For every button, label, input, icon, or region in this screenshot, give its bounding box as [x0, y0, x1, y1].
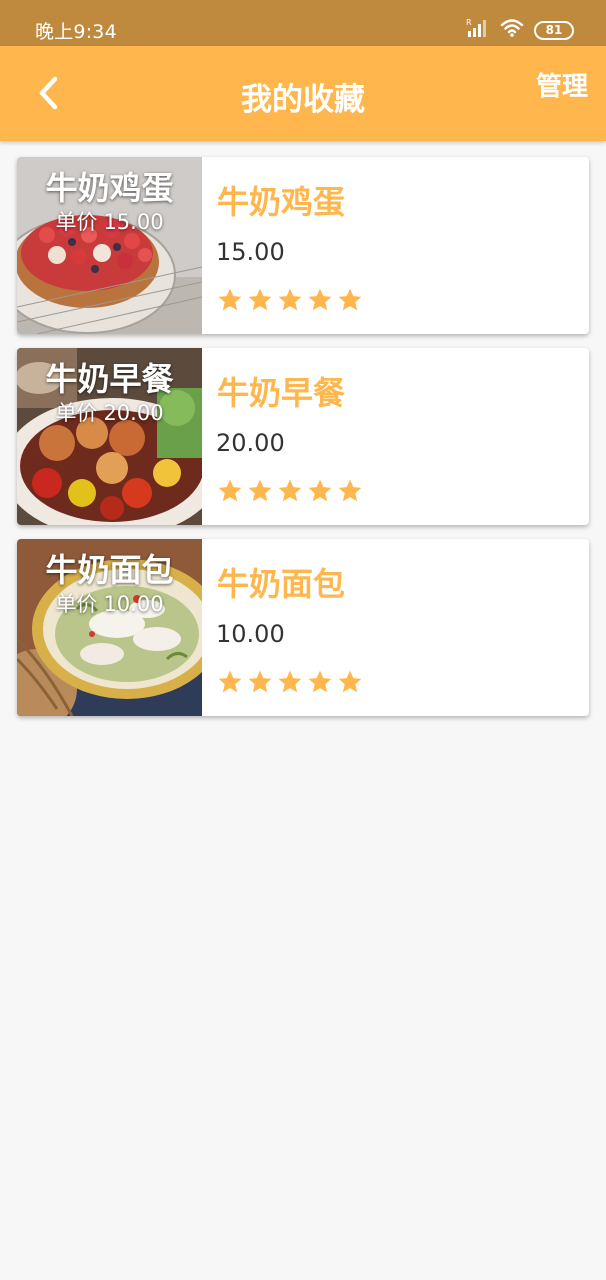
- star-icon: [218, 670, 242, 693]
- unit-price-value: 10.00: [103, 592, 164, 616]
- status-bar: 晚上9:34 R 81: [0, 0, 606, 46]
- star-icon: [218, 288, 242, 311]
- unit-price-value: 20.00: [103, 401, 164, 425]
- page-title: 我的收藏: [241, 82, 365, 118]
- signal-icon: R: [466, 18, 490, 42]
- thumb-dish-name: 牛奶鸡蛋: [45, 169, 174, 207]
- wifi-icon: [500, 18, 524, 42]
- thumb-unit-price: 单价 20.00: [17, 397, 202, 427]
- star-icon: [248, 670, 272, 693]
- favorite-card[interactable]: 牛奶鸡蛋 单价 15.00 牛奶鸡蛋 15.00: [17, 157, 589, 334]
- star-icon: [278, 670, 302, 693]
- dish-price: 15.00: [216, 238, 285, 266]
- dish-image-stir-fry: 牛奶早餐 单价 20.00: [17, 348, 202, 525]
- battery-icon: 81: [534, 20, 574, 40]
- unit-price-value: 15.00: [103, 210, 164, 234]
- unit-price-label: 单价: [55, 210, 98, 234]
- star-icon: [278, 479, 302, 502]
- star-icon: [308, 670, 332, 693]
- dish-name: 牛奶早餐: [217, 374, 346, 412]
- status-icons: R 81: [466, 18, 574, 42]
- rating-stars: [217, 478, 363, 504]
- star-icon: [248, 288, 272, 311]
- dish-price: 20.00: [216, 429, 285, 457]
- thumb-dish-name: 牛奶面包: [45, 551, 174, 589]
- signal-tag: R: [466, 18, 472, 27]
- thumb-unit-price: 单价 10.00: [17, 588, 202, 618]
- favorite-card[interactable]: 牛奶面包 单价 10.00 牛奶面包 10.00: [17, 539, 589, 716]
- star-icon: [308, 479, 332, 502]
- thumb-unit-price: 单价 15.00: [17, 206, 202, 236]
- dish-price: 10.00: [216, 620, 285, 648]
- dish-name: 牛奶鸡蛋: [217, 183, 346, 221]
- star-icon: [308, 288, 332, 311]
- star-icon: [338, 670, 362, 693]
- dish-image-fish-soup: 牛奶面包 单价 10.00: [17, 539, 202, 716]
- star-icon: [338, 479, 362, 502]
- status-time: 晚上9:34: [35, 21, 117, 43]
- rating-stars: [217, 669, 363, 695]
- dish-image-strawberry-tart: 牛奶鸡蛋 单价 15.00: [17, 157, 202, 334]
- dish-name: 牛奶面包: [217, 565, 346, 603]
- star-icon: [218, 479, 242, 502]
- star-icon: [278, 288, 302, 311]
- unit-price-label: 单价: [55, 592, 98, 616]
- app-bar: 我的收藏 管理: [0, 46, 606, 141]
- favorites-list: 牛奶鸡蛋 单价 15.00 牛奶鸡蛋 15.00 牛奶早餐 单价 20.00 牛…: [17, 157, 589, 730]
- unit-price-label: 单价: [55, 401, 98, 425]
- thumb-dish-name: 牛奶早餐: [45, 360, 174, 398]
- favorite-card[interactable]: 牛奶早餐 单价 20.00 牛奶早餐 20.00: [17, 348, 589, 525]
- star-icon: [338, 288, 362, 311]
- star-icon: [248, 479, 272, 502]
- rating-stars: [217, 287, 363, 313]
- manage-button[interactable]: 管理: [536, 66, 588, 103]
